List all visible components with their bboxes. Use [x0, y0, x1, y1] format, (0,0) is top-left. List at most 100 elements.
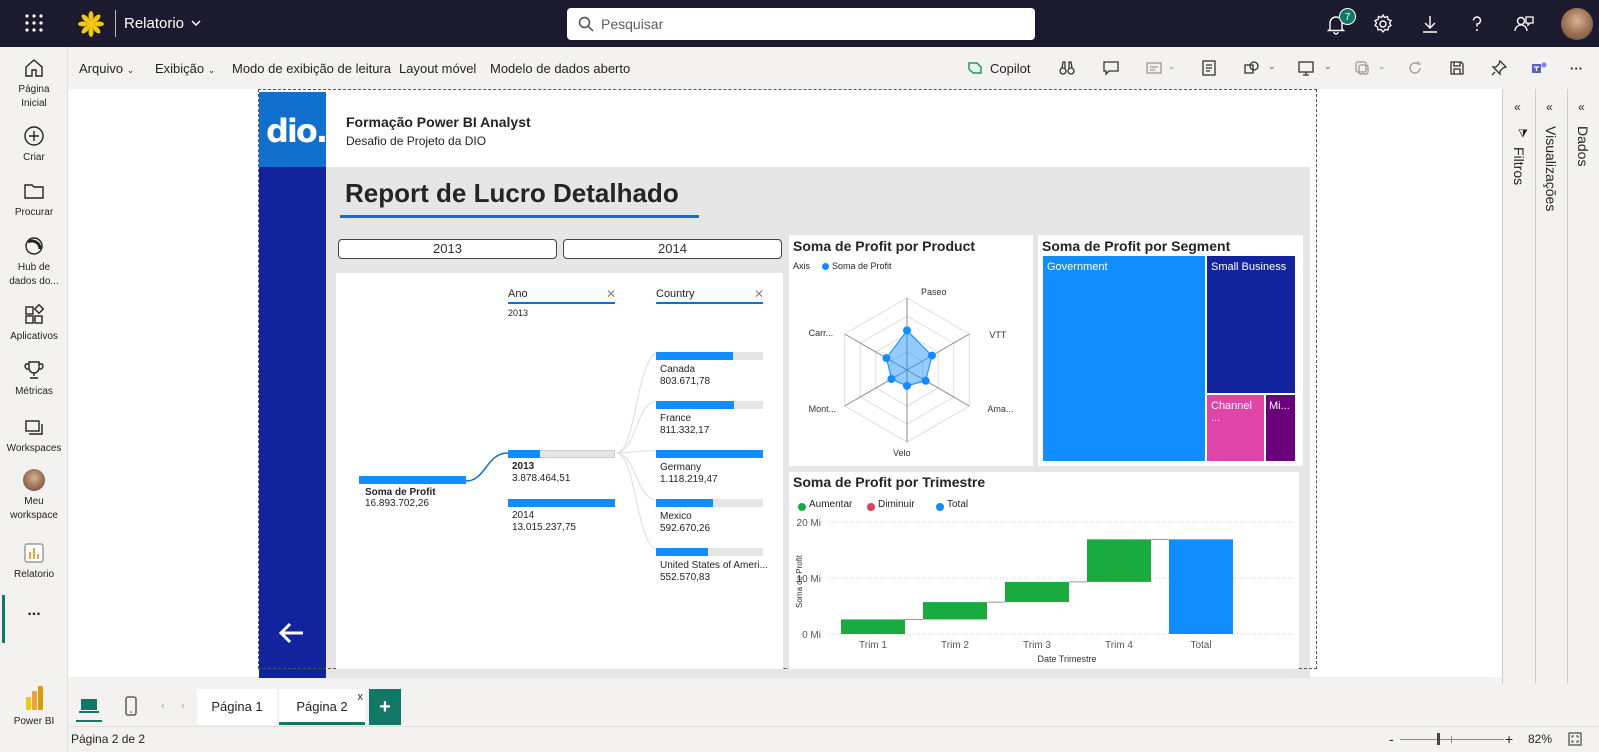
decomp-country-bar[interactable] [656, 401, 735, 409]
radar-point[interactable] [882, 354, 891, 363]
waterfall-increase-bar[interactable] [1005, 581, 1069, 603]
waterfall-increase-bar[interactable] [841, 619, 905, 634]
zoom-in-button[interactable]: + [1505, 731, 1513, 747]
year-button-2013[interactable]: 2013 [338, 239, 557, 259]
nav-apps[interactable]: Aplicativos [0, 304, 68, 344]
nav-workspaces[interactable]: Workspaces [0, 416, 68, 456]
menu-file[interactable]: Arquivo ⌄ [79, 61, 134, 76]
decomp-connectors [465, 352, 657, 550]
next-page-icon[interactable]: › [181, 700, 185, 712]
help-icon[interactable] [1465, 12, 1489, 36]
pin-icon[interactable] [1490, 59, 1508, 77]
search-box[interactable]: Pesquisar [567, 8, 1035, 40]
open-data-model-button[interactable]: Modelo de dados aberto [490, 61, 630, 76]
nav-home[interactable]: Página Inicial [0, 57, 68, 111]
radar-point[interactable] [887, 375, 896, 383]
nav-create[interactable]: Criar [0, 125, 68, 165]
save-icon[interactable] [1448, 59, 1466, 77]
treemap-small-business[interactable]: Small Business [1207, 256, 1295, 393]
copilot-button[interactable]: Copilot [990, 61, 1030, 76]
chevron-down-icon[interactable]: ⌄ [1378, 61, 1386, 72]
collapse-icon[interactable]: « [1514, 100, 1521, 114]
nav-more[interactable]: ... [0, 603, 68, 619]
nav-myworkspace[interactable]: Meu workspace [0, 469, 68, 523]
decomp-year-label: 2014 [512, 510, 535, 521]
treemap-channel[interactable]: Channel ... [1207, 395, 1264, 461]
decomp-country-bar[interactable] [656, 352, 734, 360]
prev-page-icon[interactable]: ‹ [161, 700, 165, 712]
report-name[interactable]: Relatorio [124, 15, 184, 32]
desktop-layout-icon[interactable] [78, 697, 100, 715]
data-pane[interactable]: « Dados [1567, 89, 1599, 684]
decomp-country-bar[interactable] [656, 499, 713, 507]
decomp-root-bar[interactable] [359, 476, 466, 484]
gear-icon[interactable] [1371, 12, 1395, 36]
fit-to-page-icon[interactable] [1568, 732, 1582, 746]
year-button-2014[interactable]: 2014 [563, 239, 782, 259]
waterfall-increase-bar[interactable] [923, 602, 987, 620]
zoom-level[interactable]: 82% [1528, 732, 1552, 746]
comment-icon[interactable] [1102, 59, 1120, 77]
more-options-icon[interactable]: ··· [1570, 61, 1583, 76]
chevron-down-icon[interactable]: ⌄ [1324, 61, 1332, 72]
waterfall-legend-item[interactable]: Total [947, 499, 968, 510]
waterfall-legend-item[interactable]: Aumentar [809, 499, 852, 510]
app-launcher-icon[interactable] [24, 13, 44, 33]
collapse-icon[interactable]: « [1578, 100, 1585, 114]
apps-icon [25, 304, 45, 324]
teams-icon[interactable] [1530, 59, 1548, 77]
decomp-country-label: United States of Ameri... [660, 560, 768, 571]
reading-mode-button[interactable]: Modo de exibição de leitura [232, 61, 391, 76]
phone-layout-icon[interactable] [124, 696, 138, 716]
filters-pane[interactable]: « ⧩ Filtros [1502, 89, 1535, 684]
add-page-button[interactable]: + [369, 689, 401, 725]
nav-browse[interactable]: Procurar [0, 180, 68, 220]
download-icon[interactable] [1418, 12, 1442, 36]
filters-label[interactable]: Filtros [1511, 147, 1527, 185]
waterfall-total-bar[interactable] [1169, 539, 1233, 634]
treemap-government[interactable]: Government [1043, 256, 1205, 461]
close-tab-icon[interactable]: x [358, 679, 364, 715]
shapes-icon[interactable] [1243, 59, 1261, 77]
collapse-icon[interactable]: « [1546, 100, 1553, 114]
user-avatar[interactable] [1561, 8, 1593, 40]
decomp-country-bar[interactable] [656, 548, 709, 556]
share-feedback-icon[interactable] [1512, 12, 1536, 36]
zoom-out-button[interactable]: - [1389, 731, 1394, 747]
zoom-slider-thumb[interactable] [1437, 733, 1440, 745]
nav-report[interactable]: Relatorio [0, 542, 68, 582]
treemap-midmarket[interactable]: Mi... [1266, 395, 1295, 461]
copilot-icon[interactable] [966, 59, 984, 77]
decomp-year-bar[interactable] [508, 499, 615, 507]
waterfall-increase-bar[interactable] [1087, 539, 1151, 582]
nav-metrics[interactable]: Métricas [0, 359, 68, 399]
decomp-year-bar[interactable] [508, 450, 541, 458]
fabric-logo-icon[interactable] [78, 11, 104, 37]
waterfall-legend-item[interactable]: Diminuir [878, 499, 915, 510]
visualizations-label[interactable]: Visualizações [1543, 126, 1559, 211]
zoom-slider-track[interactable] [1400, 739, 1504, 740]
nav-powerbi[interactable]: Power BI [0, 685, 68, 729]
data-label[interactable]: Dados [1575, 126, 1591, 166]
chevron-down-icon[interactable]: ⌄ [1168, 61, 1176, 72]
radar-point[interactable] [921, 376, 930, 385]
radar-point[interactable] [903, 326, 911, 335]
refresh-icon[interactable] [1406, 59, 1424, 77]
tab-page-2[interactable]: Página 2 x [279, 689, 365, 725]
binoculars-icon[interactable] [1058, 59, 1076, 77]
notes-icon[interactable] [1200, 59, 1218, 77]
radar-point[interactable] [903, 381, 911, 390]
visualizations-pane[interactable]: « Visualizações [1535, 89, 1567, 684]
decomp-country-bar[interactable] [656, 450, 763, 458]
mobile-layout-button[interactable]: Layout móvel [399, 61, 476, 76]
duplicate-icon[interactable] [1353, 59, 1371, 77]
subscribe-icon[interactable] [1145, 59, 1163, 77]
menu-view[interactable]: Exibição ⌄ [155, 61, 215, 76]
radar-point[interactable] [927, 351, 936, 360]
tab-page-1[interactable]: Página 1 [197, 689, 277, 725]
chevron-down-icon[interactable] [190, 17, 202, 29]
decomp-country-label: France [660, 413, 692, 424]
nav-datahub[interactable]: Hub de dados do... [0, 235, 68, 289]
chevron-down-icon[interactable]: ⌄ [1268, 61, 1276, 72]
present-icon[interactable] [1297, 59, 1315, 77]
